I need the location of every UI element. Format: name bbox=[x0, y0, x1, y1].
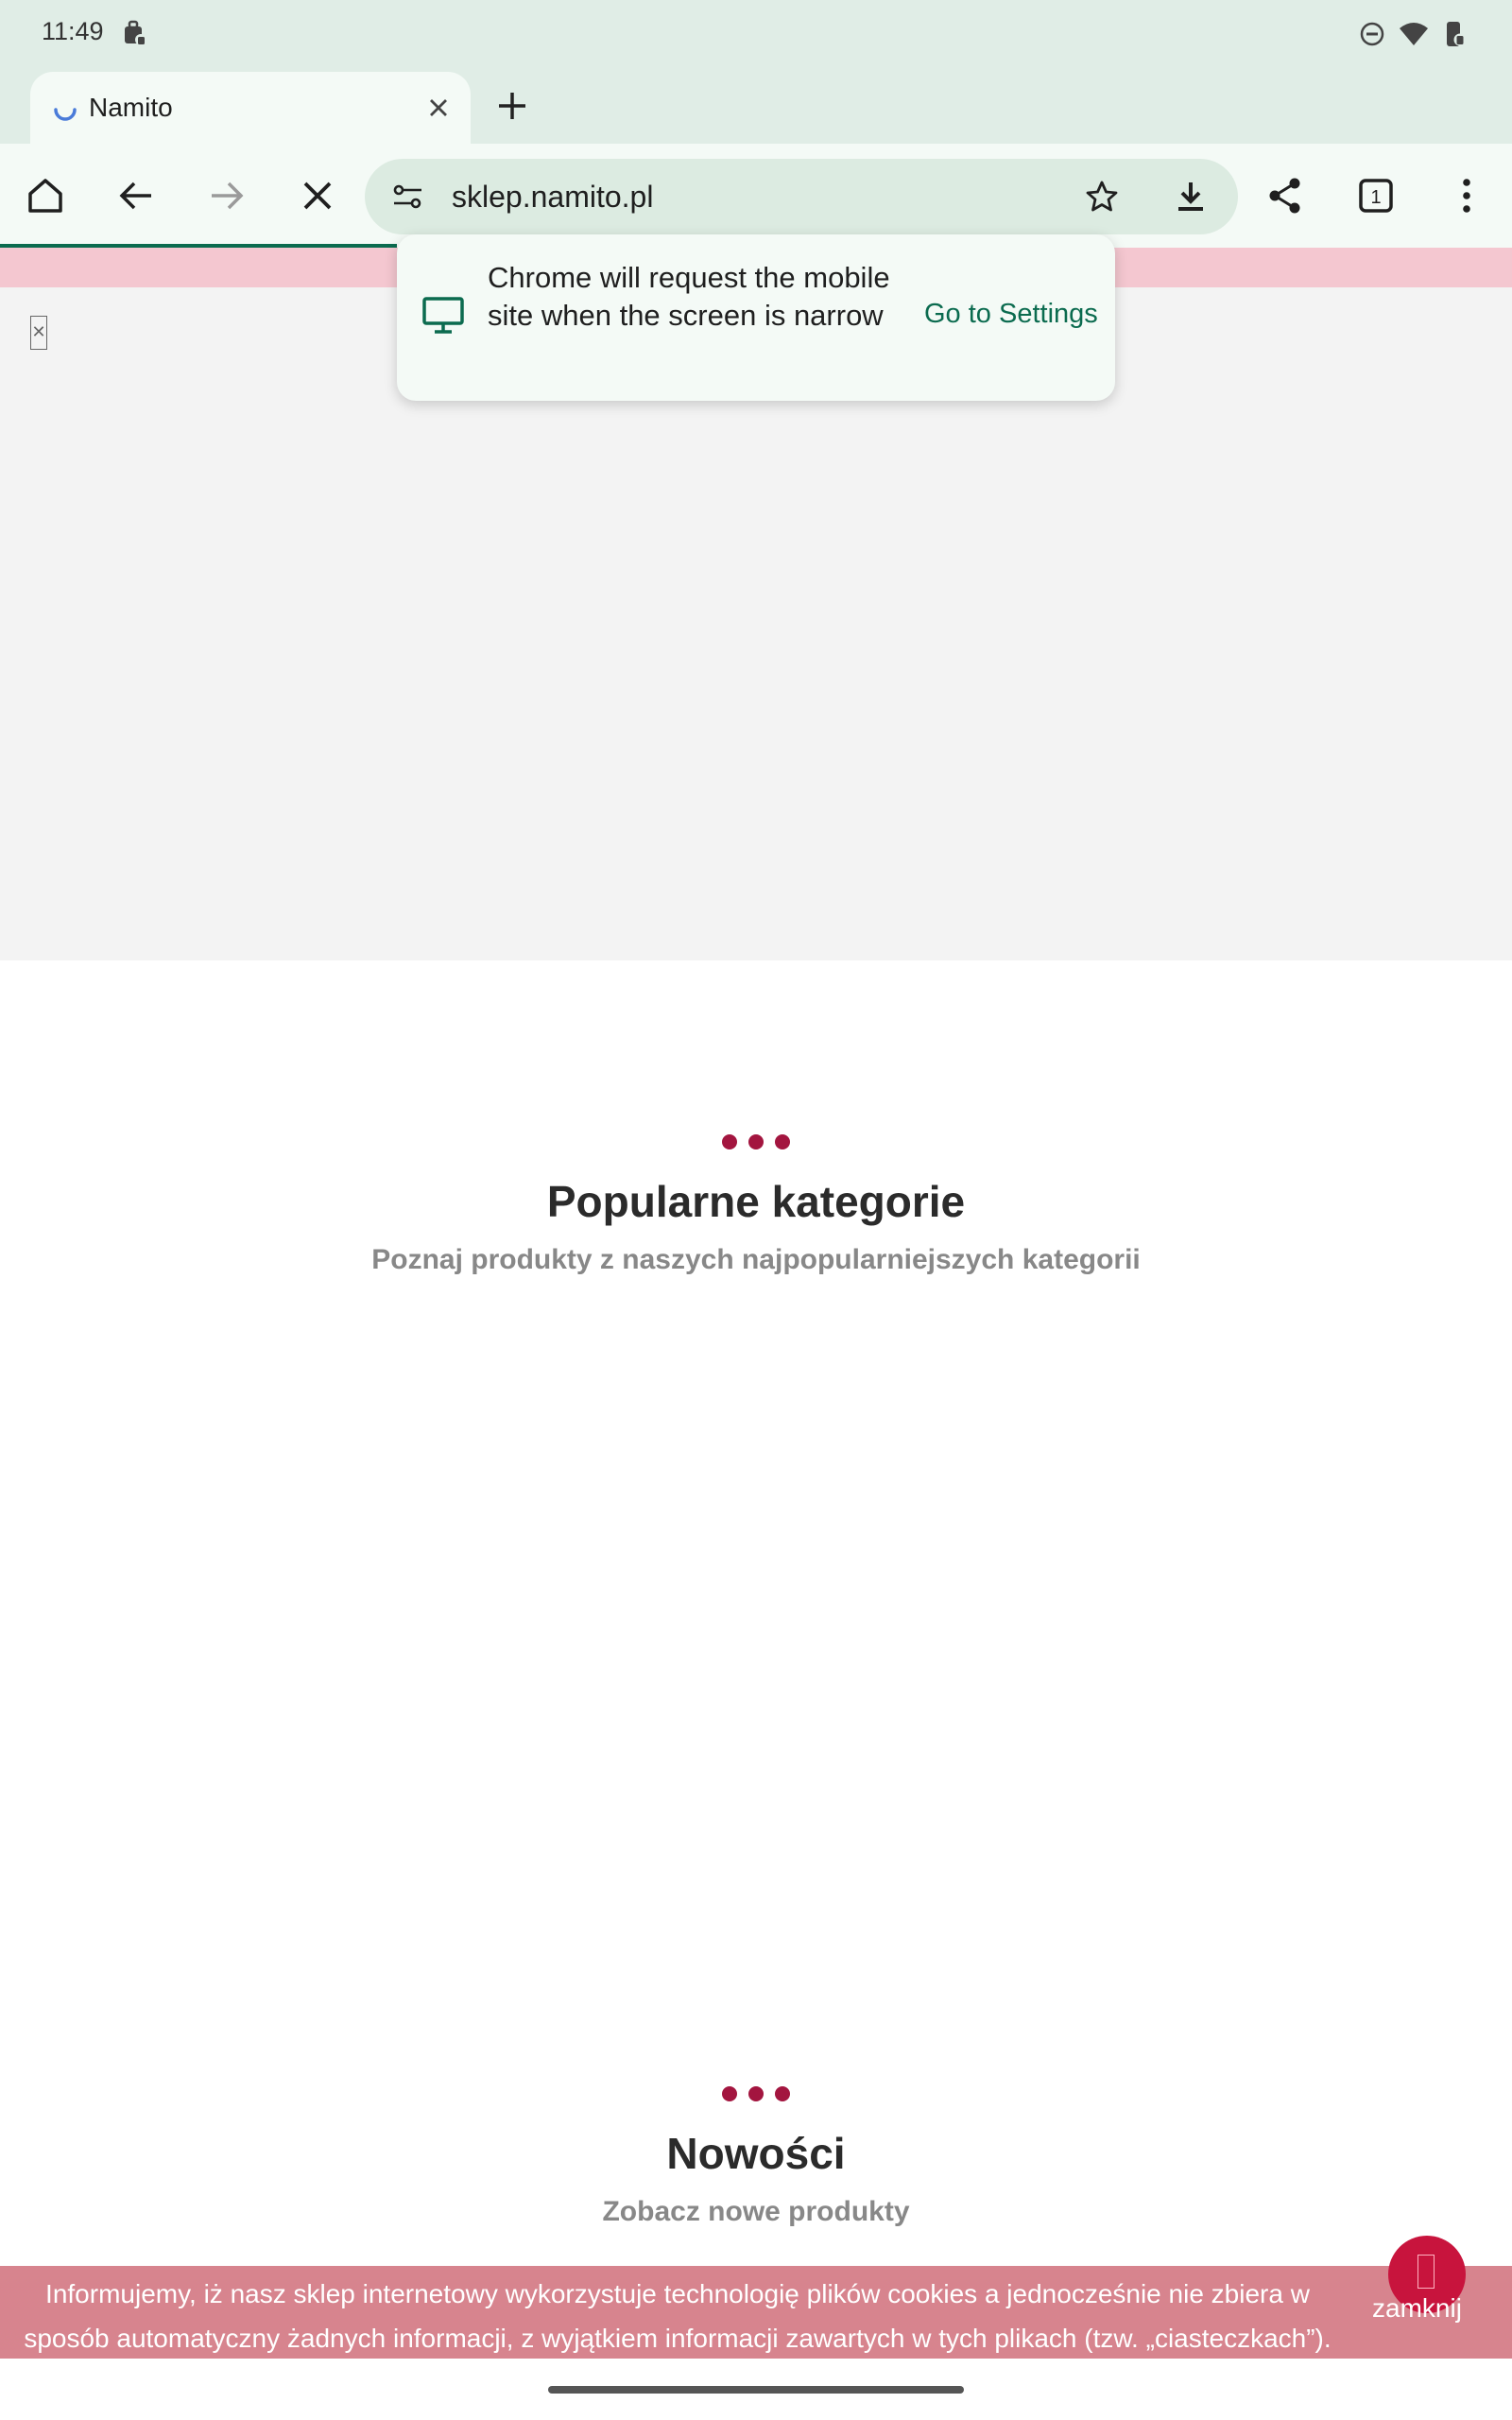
mobile-site-popup: Chrome will request the mobile site when… bbox=[397, 234, 1115, 401]
popular-categories-section: Popularne kategorie Poznaj produkty z na… bbox=[0, 1134, 1512, 1276]
status-bar: 11:49 bbox=[0, 0, 1512, 68]
section-subtitle: Poznaj produkty z naszych najpopularniej… bbox=[371, 1244, 1141, 1275]
url-text: sklep.namito.pl bbox=[452, 180, 654, 214]
cookie-banner: Informujemy, iż nasz sklep internetowy w… bbox=[0, 2266, 1512, 2359]
more-menu-icon[interactable] bbox=[1440, 169, 1493, 222]
home-icon[interactable] bbox=[19, 169, 72, 222]
cookie-text: Informujemy, iż nasz sklep internetowy w… bbox=[24, 2279, 1332, 2353]
section-subtitle: Zobacz nowe produkty bbox=[602, 2196, 910, 2227]
go-to-settings-link[interactable]: Go to Settings bbox=[924, 299, 1098, 330]
tab-strip: Namito bbox=[0, 68, 1512, 144]
tab-namito[interactable]: Namito bbox=[30, 72, 471, 144]
address-bar[interactable]: sklep.namito.pl bbox=[365, 159, 1238, 234]
do-not-disturb-icon bbox=[1359, 21, 1385, 52]
section-title: Nowości bbox=[666, 2129, 846, 2178]
bookmark-star-icon[interactable] bbox=[1083, 178, 1121, 220]
share-icon[interactable] bbox=[1259, 169, 1312, 222]
desktop-monitor-icon bbox=[421, 295, 465, 341]
close-icon bbox=[1418, 2255, 1435, 2289]
section-dots-decoration bbox=[0, 2086, 1512, 2101]
new-products-section: Nowości Zobacz nowe produkty bbox=[0, 2086, 1512, 2228]
close-tab-icon[interactable] bbox=[420, 89, 457, 127]
download-icon[interactable] bbox=[1172, 178, 1210, 220]
tab-title: Namito bbox=[89, 93, 173, 122]
tab-count: 1 bbox=[1370, 187, 1381, 208]
site-settings-icon[interactable] bbox=[389, 178, 427, 220]
tab-switcher-button[interactable]: 1 bbox=[1349, 169, 1402, 222]
popup-message: Chrome will request the mobile site when… bbox=[488, 261, 890, 332]
wifi-icon bbox=[1399, 21, 1429, 52]
browser-toolbar: sklep.namito.pl 1 bbox=[0, 144, 1512, 248]
forward-arrow-icon[interactable] bbox=[200, 169, 253, 222]
battery-icon bbox=[1442, 19, 1467, 54]
broken-image-icon: ✕ bbox=[30, 316, 47, 350]
stop-loading-icon[interactable] bbox=[291, 169, 344, 222]
back-arrow-icon[interactable] bbox=[110, 169, 163, 222]
loading-spinner-icon bbox=[51, 95, 79, 128]
status-icons bbox=[1359, 19, 1467, 54]
section-title: Popularne kategorie bbox=[546, 1177, 966, 1226]
status-time: 11:49 bbox=[42, 17, 104, 45]
gesture-navigation-bar[interactable] bbox=[548, 2386, 964, 2394]
work-profile-icon bbox=[121, 19, 147, 52]
cookie-close-label[interactable]: zamknij bbox=[1372, 2293, 1462, 2324]
new-tab-button[interactable] bbox=[490, 83, 535, 129]
section-dots-decoration bbox=[0, 1134, 1512, 1150]
